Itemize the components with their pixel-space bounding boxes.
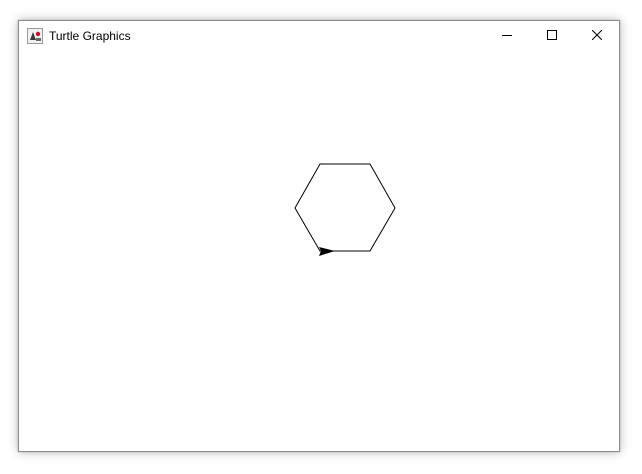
hexagon-path: [294, 163, 396, 252]
window-title: Turtle Graphics: [49, 29, 131, 43]
turtle-drawing: [294, 163, 396, 256]
maximize-icon: [546, 27, 557, 45]
close-icon: [591, 27, 602, 45]
minimize-icon: [501, 27, 512, 45]
title-bar[interactable]: Turtle Graphics: [19, 21, 619, 51]
turtle-cursor: [319, 247, 335, 256]
turtle-graphics-window: Turtle Graphics: [18, 20, 620, 452]
java-duke-icon[interactable]: [27, 28, 43, 44]
close-button[interactable]: [574, 21, 619, 51]
drawing-canvas[interactable]: [19, 51, 619, 451]
maximize-button[interactable]: [529, 21, 574, 51]
minimize-button[interactable]: [484, 21, 529, 51]
